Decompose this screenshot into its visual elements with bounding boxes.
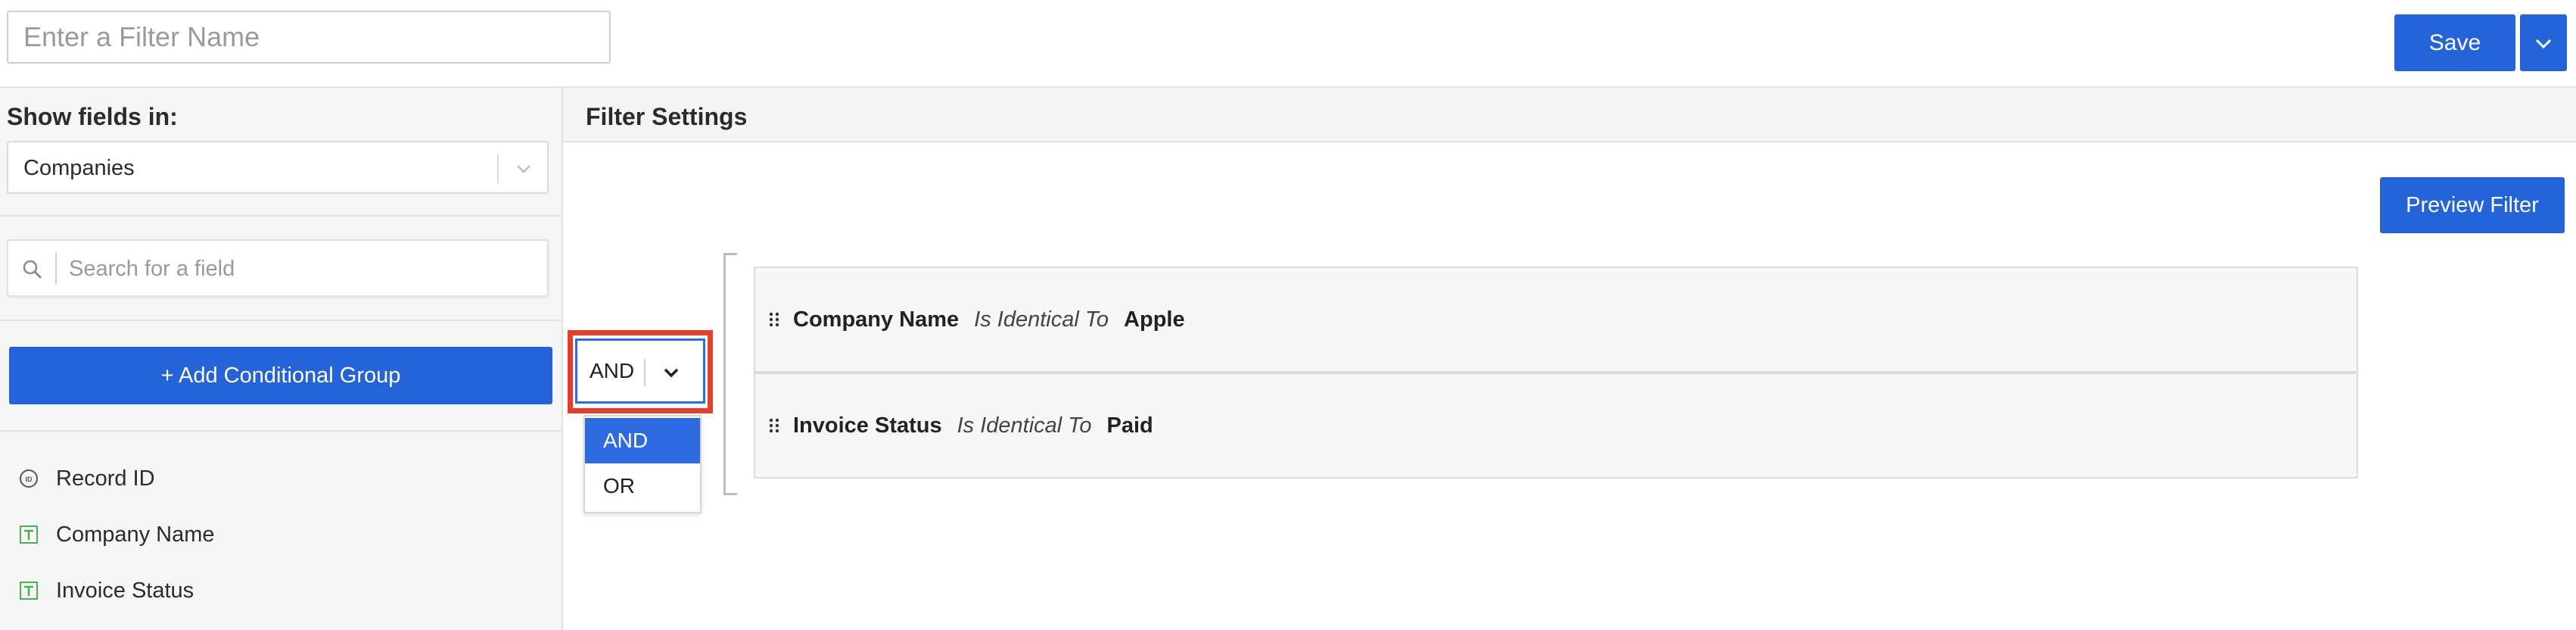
logic-operator-select[interactable]: AND [575, 338, 705, 404]
condition-field: Company Name [793, 307, 960, 332]
divider [0, 430, 562, 432]
drag-handle-icon[interactable] [767, 416, 781, 435]
field-item-invoice-status[interactable]: Invoice Status [18, 575, 194, 606]
panel-header: Filter Settings [563, 88, 2576, 142]
condition-value: Apple [1124, 307, 1185, 332]
condition-field: Invoice Status [793, 413, 942, 438]
field-search-box[interactable] [7, 239, 549, 297]
chevron-down-icon [517, 165, 530, 173]
logic-operator-menu: AND OR [583, 415, 702, 513]
logic-option-or[interactable]: OR [585, 463, 700, 509]
divider [0, 320, 562, 321]
condition-row[interactable]: Company Name Is Identical To Apple [754, 267, 2358, 373]
field-item-label: Record ID [56, 466, 155, 491]
save-button[interactable]: Save [2394, 14, 2515, 71]
panel-title: Filter Settings [586, 103, 748, 130]
svg-text:ID: ID [26, 476, 33, 483]
field-search-input[interactable] [69, 242, 538, 295]
select-separator [644, 359, 646, 386]
id-icon: ID [20, 469, 38, 488]
divider [0, 215, 562, 217]
text-field-icon [20, 582, 38, 600]
condition-operator: Is Identical To [957, 413, 1092, 438]
drag-handle-icon[interactable] [767, 310, 781, 329]
object-select-value: Companies [23, 156, 135, 180]
chevron-down-icon [2535, 39, 2552, 48]
condition-value: Paid [1106, 413, 1153, 438]
chevron-down-icon [664, 368, 679, 378]
condition-operator: Is Identical To [974, 307, 1109, 332]
preview-filter-button[interactable]: Preview Filter [2380, 177, 2565, 233]
object-select[interactable]: Companies [7, 141, 549, 194]
filter-name-input[interactable] [7, 11, 611, 64]
search-icon [23, 260, 42, 279]
sidebar-heading: Show fields in: [7, 103, 178, 130]
add-conditional-group-button[interactable]: + Add Conditional Group [9, 347, 552, 404]
select-separator [497, 154, 499, 183]
condition-row[interactable]: Invoice Status Is Identical To Paid [754, 373, 2358, 479]
search-separator [55, 253, 57, 285]
field-item-company-name[interactable]: Company Name [18, 519, 215, 550]
group-bracket [723, 253, 737, 495]
save-options-button[interactable] [2520, 14, 2567, 71]
top-bar: Save [0, 0, 2576, 88]
field-item-record-id[interactable]: ID Record ID [18, 463, 155, 494]
logic-option-and[interactable]: AND [585, 418, 700, 463]
text-field-icon [20, 526, 38, 544]
filter-settings-panel: Filter Settings Preview Filter Company N… [563, 88, 2576, 630]
field-item-label: Invoice Status [56, 578, 194, 603]
logic-operator-value: AND [590, 359, 635, 382]
sidebar: Show fields in: Companies + Add Conditio… [0, 88, 563, 630]
field-item-label: Company Name [56, 522, 215, 547]
